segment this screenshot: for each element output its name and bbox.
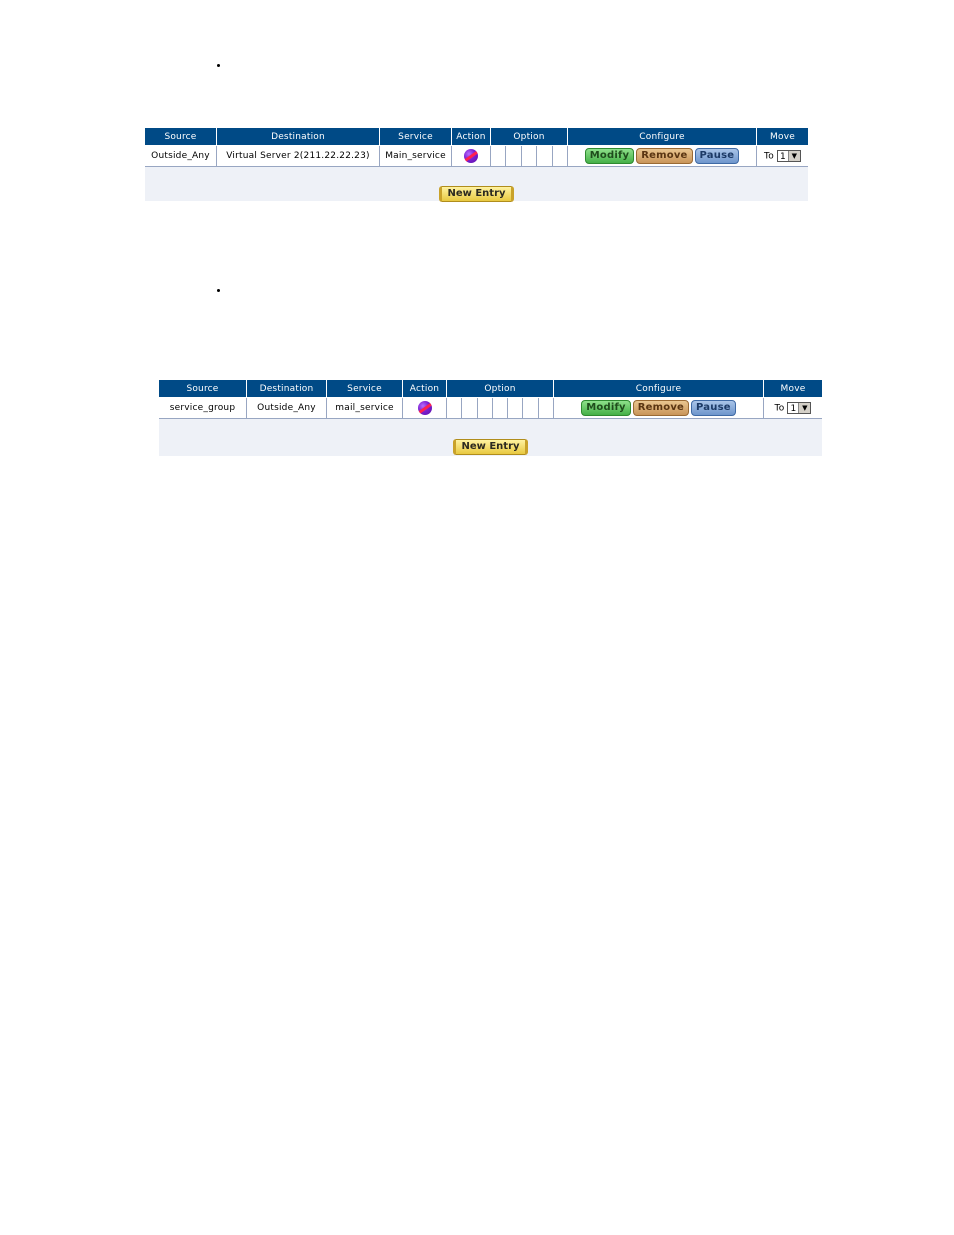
permit-icon xyxy=(464,149,478,163)
policy-table-1: Source Destination Service Action Option… xyxy=(145,128,808,202)
policy-table-2: Source Destination Service Action Option… xyxy=(159,380,822,456)
header-row: Source Destination Service Action Option… xyxy=(159,380,822,398)
header-destination: Destination xyxy=(246,380,327,398)
remove-button[interactable]: Remove xyxy=(636,148,693,164)
header-action: Action xyxy=(451,128,491,146)
cell-move: To 1 ▼ xyxy=(763,397,822,419)
cell-option-3 xyxy=(520,145,537,167)
remove-button[interactable]: Remove xyxy=(632,400,690,416)
header-source: Source xyxy=(145,128,217,146)
header-service: Service xyxy=(379,128,452,146)
cell-action xyxy=(451,145,491,167)
cell-source: service_group xyxy=(159,397,247,419)
pause-button[interactable]: Pause xyxy=(691,400,736,416)
header-destination: Destination xyxy=(216,128,380,146)
move-to-label: To xyxy=(774,403,785,414)
move-select[interactable]: 1 ▼ xyxy=(776,150,801,162)
permit-icon xyxy=(417,401,432,415)
cell-configure: Modify Remove Pause xyxy=(553,397,764,419)
cell-service: mail_service xyxy=(326,397,403,419)
header-option: Option xyxy=(490,128,568,146)
pause-button[interactable]: Pause xyxy=(694,148,740,164)
table-footer: New Entry xyxy=(159,436,822,455)
header-configure: Configure xyxy=(567,128,757,146)
header-move: Move xyxy=(763,380,822,398)
cell-option-3 xyxy=(476,397,493,419)
table-row: Outside_Any Virtual Server 2(211.22.22.2… xyxy=(145,145,808,167)
header-source: Source xyxy=(159,380,247,398)
header-configure: Configure xyxy=(553,380,764,398)
header-service: Service xyxy=(326,380,403,398)
bullet-2 xyxy=(217,289,220,292)
cell-option-1 xyxy=(445,397,462,419)
header-row: Source Destination Service Action Option… xyxy=(145,128,808,146)
bullet-1 xyxy=(217,64,220,67)
cell-option-2 xyxy=(461,397,478,419)
cell-destination: Outside_Any xyxy=(246,397,327,419)
cell-option-5 xyxy=(551,145,568,167)
cell-source: Outside_Any xyxy=(145,145,217,167)
cell-option-6 xyxy=(522,397,539,419)
header-action: Action xyxy=(402,380,447,398)
cell-service: Main_service xyxy=(379,145,452,167)
cell-option-1 xyxy=(489,145,506,167)
header-move: Move xyxy=(756,128,808,146)
modify-button[interactable]: Modify xyxy=(584,148,635,164)
table-row: service_group Outside_Any mail_service M… xyxy=(159,397,822,419)
cell-option-4 xyxy=(536,145,553,167)
chevron-down-icon[interactable]: ▼ xyxy=(798,403,811,413)
header-option: Option xyxy=(446,380,554,398)
cell-move: To 1 ▼ xyxy=(756,145,808,167)
cell-option-5 xyxy=(507,397,523,419)
move-select[interactable]: 1 ▼ xyxy=(787,402,812,414)
new-entry-button[interactable]: New Entry xyxy=(439,185,514,202)
move-select-value: 1 xyxy=(779,152,786,162)
chevron-down-icon[interactable]: ▼ xyxy=(787,151,800,161)
cell-option-4 xyxy=(491,397,508,419)
move-select-value: 1 xyxy=(790,404,797,414)
cell-option-2 xyxy=(505,145,522,167)
new-entry-button[interactable]: New Entry xyxy=(453,438,528,455)
modify-button[interactable]: Modify xyxy=(581,400,631,416)
cell-option-7 xyxy=(537,397,554,419)
cell-configure: Modify Remove Pause xyxy=(567,145,757,167)
cell-destination: Virtual Server 2(211.22.22.23) xyxy=(216,145,380,167)
cell-action xyxy=(402,397,447,419)
move-to-label: To xyxy=(764,151,774,162)
table-footer: New Entry xyxy=(145,183,808,202)
